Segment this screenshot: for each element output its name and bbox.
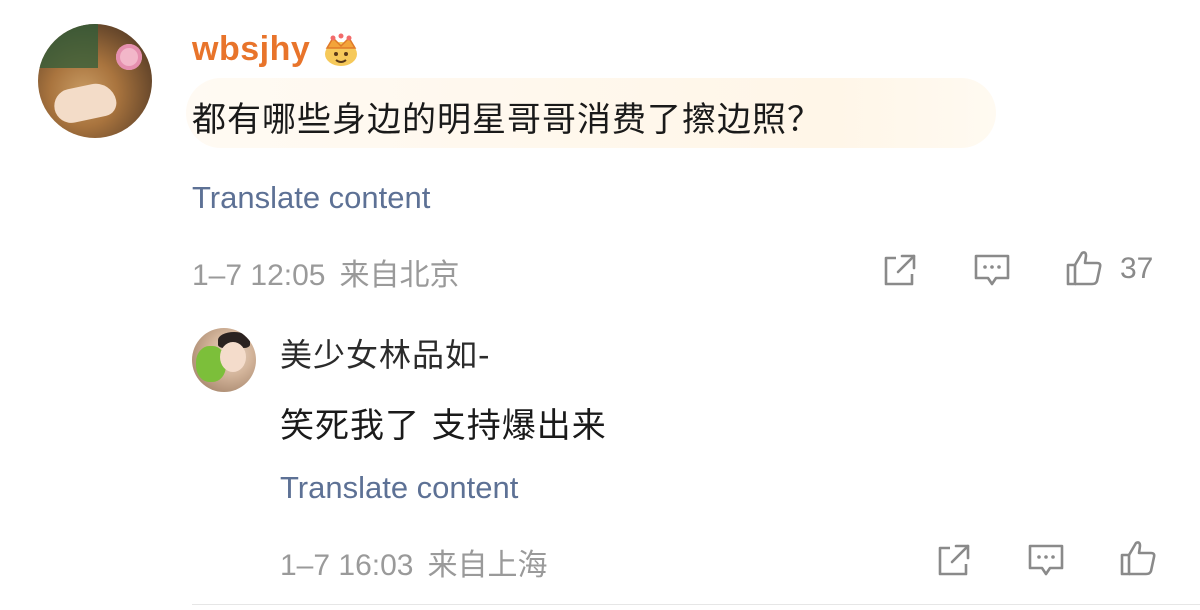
reply-translate-content-link[interactable]: Translate content — [280, 470, 518, 506]
comment-username[interactable]: wbsjhy — [192, 30, 310, 69]
comment-meta: 1–7 12:05 来自北京 — [192, 250, 459, 294]
reply-reply-icon[interactable] — [1026, 540, 1066, 580]
translate-content-link[interactable]: Translate content — [192, 180, 430, 216]
like-count: 37 — [1120, 252, 1154, 285]
reply-location: 来自上海 — [427, 549, 548, 582]
like-icon[interactable] — [1064, 248, 1104, 288]
divider — [192, 604, 1200, 605]
comment-date: 1–7 12:05 — [192, 259, 326, 292]
commenter-avatar[interactable] — [38, 24, 152, 138]
reply-avatar[interactable] — [192, 328, 256, 392]
reply-meta: 1–7 16:03 来自上海 — [280, 540, 547, 584]
reply-text: 笑死我了 支持爆出来 — [280, 406, 607, 446]
reply-date: 1–7 16:03 — [280, 549, 414, 582]
comment-location: 来自北京 — [339, 259, 460, 292]
crown-badge-icon — [325, 33, 357, 66]
comment-text: 都有哪些身边的明星哥哥消费了擦边照？ — [192, 100, 822, 140]
reply-like-icon[interactable] — [1118, 538, 1158, 578]
reply-share-icon[interactable] — [934, 540, 974, 580]
reply-username[interactable]: 美少女林品如- — [280, 330, 491, 376]
share-icon[interactable] — [880, 250, 920, 290]
reply-icon[interactable] — [972, 250, 1012, 290]
